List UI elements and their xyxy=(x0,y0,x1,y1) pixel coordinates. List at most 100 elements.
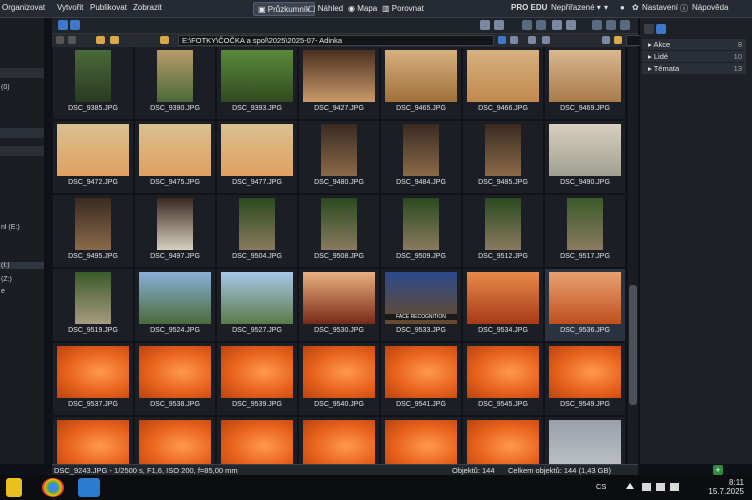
folder-up-icon[interactable] xyxy=(110,36,119,44)
grid-view-icon[interactable] xyxy=(70,20,80,30)
photo-tile[interactable]: DSC_9490.JPG xyxy=(545,121,625,193)
photo-tray-icon[interactable] xyxy=(642,483,651,491)
tree-item[interactable]: e xyxy=(0,288,44,295)
info-tab-icon[interactable] xyxy=(644,24,654,34)
thumbnail-view-icon[interactable] xyxy=(58,20,68,30)
photo-tile[interactable]: DSC_9466.JPG xyxy=(463,47,543,119)
photo-tile[interactable]: DSC_9538.JPG xyxy=(135,343,215,415)
photo-tile[interactable]: DSC_9390.JPG xyxy=(135,47,215,119)
photo-thumbnail[interactable] xyxy=(221,272,293,324)
filter-icon[interactable] xyxy=(510,36,518,44)
select-icon[interactable] xyxy=(602,36,610,44)
mode-preview-button[interactable]: ▢ Náhled xyxy=(304,2,347,16)
photo-tile[interactable]: DSC_9545.JPG xyxy=(463,343,543,415)
photo-tile[interactable]: DSC_9427.JPG xyxy=(299,47,379,119)
photo-thumbnail[interactable] xyxy=(549,346,621,398)
photo-tile[interactable]: DSC_9508.JPG xyxy=(299,195,379,267)
panel-icon[interactable] xyxy=(494,20,504,30)
photo-tile[interactable]: DSC_9469.JPG xyxy=(545,47,625,119)
photo-tile[interactable]: DSC_9495.JPG xyxy=(53,195,133,267)
photo-thumbnail[interactable] xyxy=(467,272,539,324)
photo-thumbnail[interactable] xyxy=(75,198,111,250)
photo-thumbnail[interactable] xyxy=(321,124,357,176)
photo-tile[interactable]: DSC_9541.JPG xyxy=(381,343,461,415)
chrome-icon[interactable] xyxy=(42,478,64,497)
photo-thumbnail[interactable] xyxy=(385,346,457,398)
forward-icon[interactable] xyxy=(68,36,76,44)
photo-tile[interactable]: DSC_9512.JPG xyxy=(463,195,543,267)
add-button[interactable]: + xyxy=(713,465,723,475)
menu-create[interactable]: Vytvořit xyxy=(57,3,83,12)
photo-thumbnail[interactable] xyxy=(467,346,539,398)
keyboard-language[interactable]: CS xyxy=(596,482,606,491)
photo-thumbnail[interactable] xyxy=(221,50,293,102)
photo-tile[interactable] xyxy=(217,417,297,464)
vertical-scrollbar[interactable] xyxy=(628,47,638,464)
photo-tile[interactable]: DSC_9475.JPG xyxy=(135,121,215,193)
layout-icon[interactable] xyxy=(480,20,490,30)
photo-tile[interactable]: DSC_9524.JPG xyxy=(135,269,215,341)
photo-tile[interactable]: DSC_9485.JPG xyxy=(463,121,543,193)
photo-thumbnail[interactable] xyxy=(549,272,621,324)
photo-tile[interactable] xyxy=(463,417,543,464)
photo-thumbnail[interactable] xyxy=(75,50,111,102)
photo-thumbnail[interactable] xyxy=(157,50,193,102)
photo-tile[interactable]: DSC_9549.JPG xyxy=(545,343,625,415)
photo-thumbnail[interactable] xyxy=(303,50,375,102)
folder-icon[interactable] xyxy=(614,36,622,44)
settings-button[interactable]: Nastavení xyxy=(642,3,678,12)
volume-icon[interactable] xyxy=(670,483,679,491)
photo-tile[interactable]: DSC_9534.JPG xyxy=(463,269,543,341)
photo-tile[interactable]: DSC_9472.JPG xyxy=(53,121,133,193)
photo-thumbnail[interactable] xyxy=(139,124,211,176)
mode-compare-button[interactable]: ▥ Porovnat xyxy=(378,2,428,16)
photo-thumbnail[interactable] xyxy=(549,124,621,176)
photo-thumbnail[interactable] xyxy=(549,420,621,464)
photo-thumbnail[interactable] xyxy=(139,272,211,324)
category-topics[interactable]: ▸ Témata 13 xyxy=(642,63,746,74)
photo-thumbnail[interactable] xyxy=(385,420,457,464)
photo-tile[interactable]: DSC_9484.JPG xyxy=(381,121,461,193)
info-icon[interactable]: ⓘ xyxy=(680,3,688,14)
photo-tile[interactable]: DSC_9509.JPG xyxy=(381,195,461,267)
user-icon[interactable]: ● xyxy=(620,3,625,12)
category-events[interactable]: ▸ Akce 8 xyxy=(642,39,746,50)
photo-tile[interactable]: DSC_9480.JPG xyxy=(299,121,379,193)
photo-tile[interactable] xyxy=(545,417,625,464)
photo-tile[interactable]: DSC_9477.JPG xyxy=(217,121,297,193)
sort-icon[interactable] xyxy=(552,20,562,30)
photo-thumbnail[interactable] xyxy=(485,124,521,176)
photo-tile[interactable] xyxy=(135,417,215,464)
photo-thumbnail[interactable] xyxy=(221,420,293,464)
photo-thumbnail[interactable] xyxy=(567,198,603,250)
import-icon[interactable] xyxy=(522,20,532,30)
photo-thumbnail[interactable] xyxy=(139,346,211,398)
cart-icon[interactable]: ▾ xyxy=(604,3,608,12)
photo-tile[interactable]: DSC_9527.JPG xyxy=(217,269,297,341)
photo-thumbnail[interactable] xyxy=(403,198,439,250)
photo-thumbnail[interactable] xyxy=(221,346,293,398)
gear-icon[interactable]: ✿ xyxy=(632,3,639,12)
photo-tile[interactable]: DSC_9393.JPG xyxy=(217,47,297,119)
export-icon[interactable] xyxy=(536,20,546,30)
photo-thumbnail[interactable] xyxy=(303,420,375,464)
photo-thumbnail[interactable] xyxy=(549,50,621,102)
photo-thumbnail[interactable] xyxy=(403,124,439,176)
help-button[interactable]: Nápověda xyxy=(692,3,728,12)
photo-thumbnail[interactable] xyxy=(57,420,129,464)
photo-thumbnail[interactable] xyxy=(303,346,375,398)
print-icon[interactable] xyxy=(606,20,616,30)
photo-thumbnail[interactable] xyxy=(139,420,211,464)
photo-tile[interactable]: DSC_9539.JPG xyxy=(217,343,297,415)
clock[interactable]: 8:11 15.7.2025 xyxy=(708,478,744,496)
photo-tile[interactable]: DSC_9517.JPG xyxy=(545,195,625,267)
photo-tile[interactable]: DSC_9497.JPG xyxy=(135,195,215,267)
photo-tile[interactable]: DSC_9537.JPG xyxy=(53,343,133,415)
filter-icon[interactable] xyxy=(566,20,576,30)
photo-thumbnail[interactable] xyxy=(57,346,129,398)
photo-thumbnail[interactable] xyxy=(467,50,539,102)
menu-view[interactable]: Zobrazit xyxy=(133,3,162,12)
tree-item[interactable]: (0) xyxy=(0,84,44,91)
photo-thumbnail[interactable] xyxy=(303,272,375,324)
photo-tile[interactable]: DSC_9540.JPG xyxy=(299,343,379,415)
